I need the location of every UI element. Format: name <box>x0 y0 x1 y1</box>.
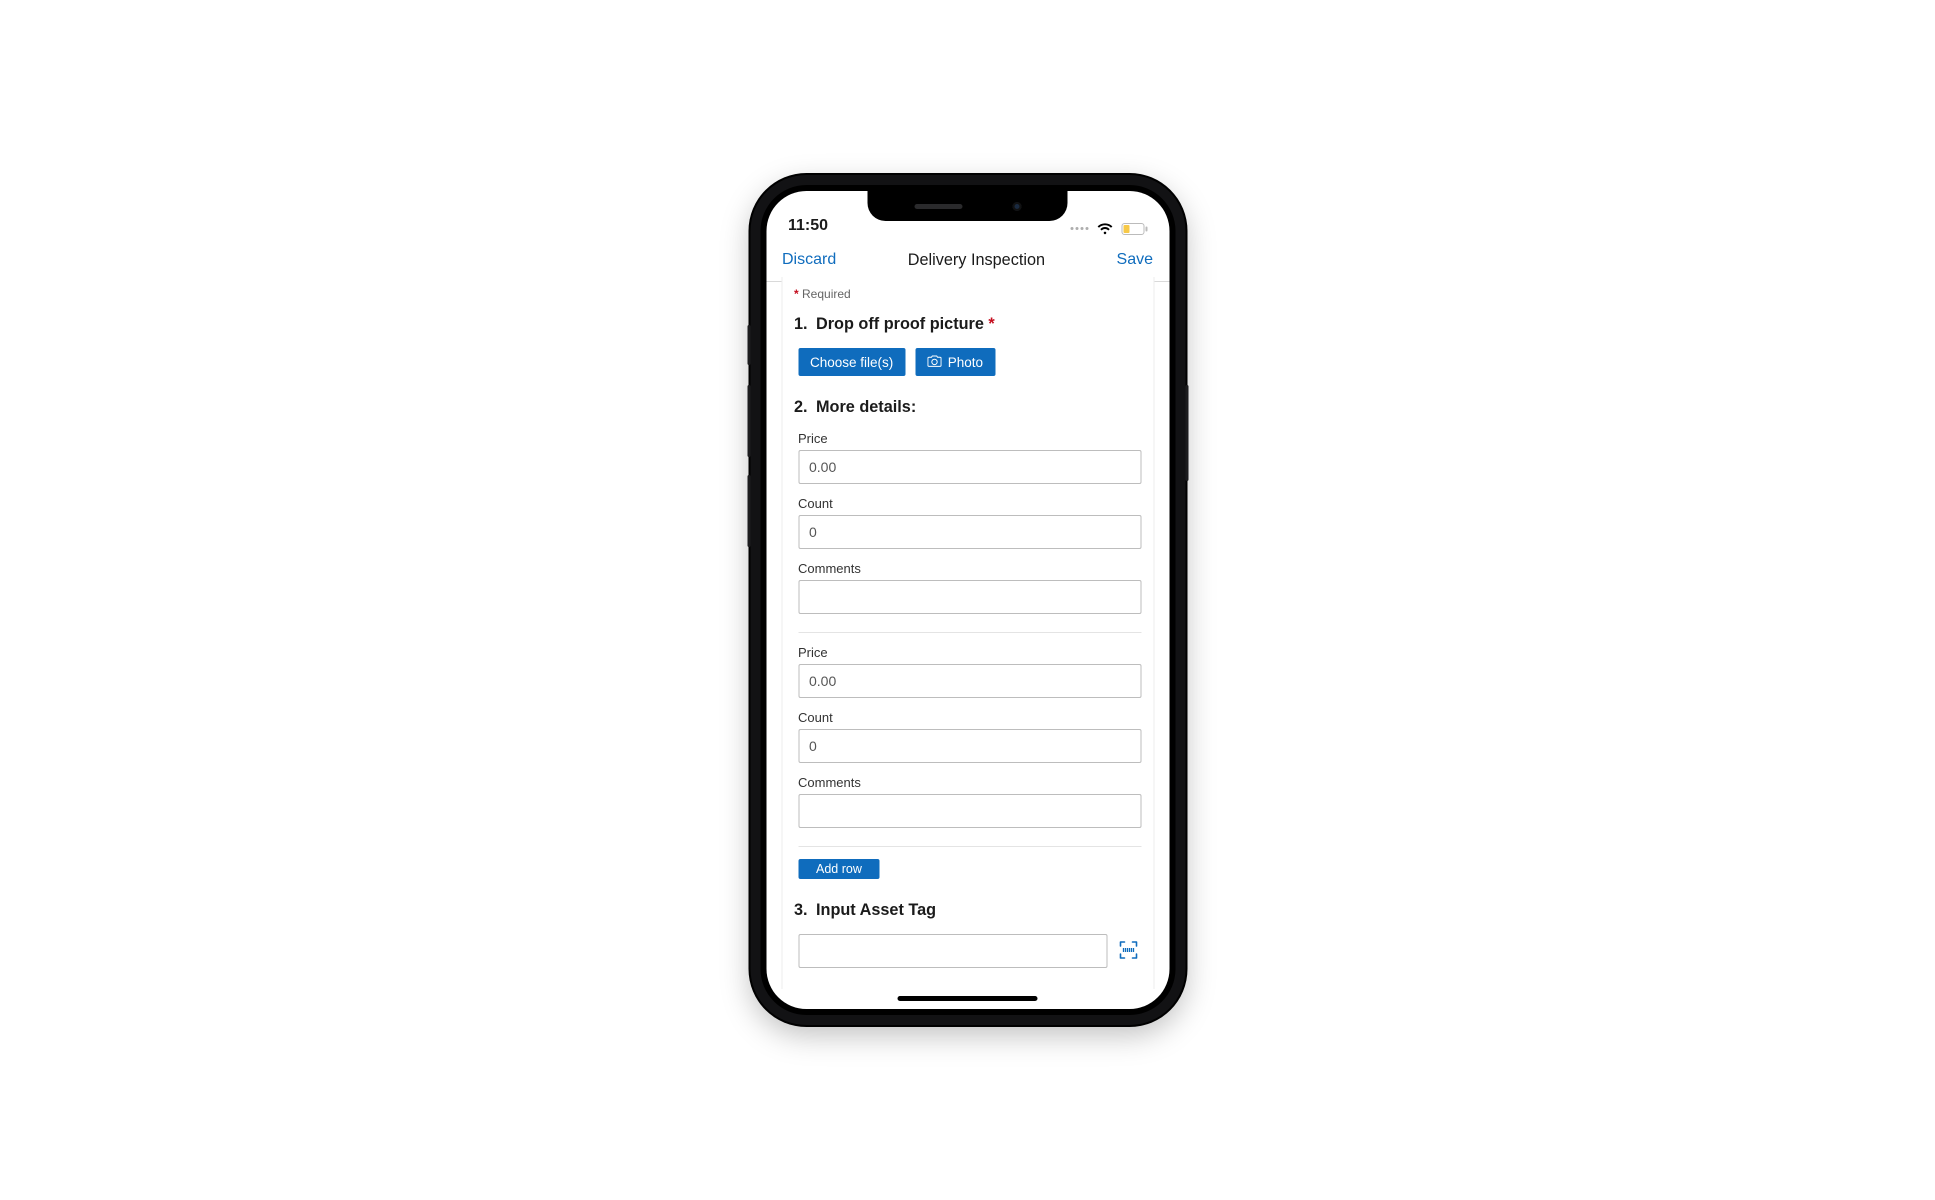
price-label: Price <box>798 431 1141 446</box>
choose-files-button[interactable]: Choose file(s) <box>798 348 905 376</box>
count-label: Count <box>798 496 1141 511</box>
barcode-icon <box>1118 940 1138 963</box>
q1-required-asterisk: * <box>988 315 994 333</box>
save-button[interactable]: Save <box>1117 251 1153 269</box>
phone-camera <box>1012 202 1021 211</box>
count-input[interactable] <box>798 729 1141 763</box>
barcode-scan-button[interactable] <box>1115 938 1141 964</box>
photo-button[interactable]: Photo <box>916 348 995 376</box>
count-input[interactable] <box>798 515 1141 549</box>
required-note: * Required <box>794 287 1141 301</box>
phone-side-button <box>747 475 750 547</box>
question-1: 1. Drop off proof picture * Choose file(… <box>794 315 1141 376</box>
details-row: Price Count Comments <box>798 645 1141 847</box>
camera-icon <box>928 355 942 370</box>
details-row: Price Count Comments <box>798 431 1141 633</box>
price-label: Price <box>798 645 1141 660</box>
q1-title: Drop off proof picture <box>816 315 984 333</box>
q2-number: 2. <box>794 398 808 417</box>
form-content: * Required 1. Drop off proof picture * <box>766 277 1169 1009</box>
comments-input[interactable] <box>798 794 1141 828</box>
phone-side-button <box>1185 385 1188 481</box>
question-2: 2. More details: Price C <box>794 398 1141 879</box>
battery-icon <box>1121 223 1147 235</box>
nav-title: Delivery Inspection <box>908 251 1045 270</box>
phone-side-button <box>747 385 750 457</box>
phone-speaker <box>914 204 962 209</box>
q2-title: More details: <box>816 398 916 417</box>
comments-input[interactable] <box>798 580 1141 614</box>
asset-tag-input[interactable] <box>798 934 1107 968</box>
count-label: Count <box>798 710 1141 725</box>
wifi-icon <box>1096 223 1113 235</box>
q3-number: 3. <box>794 901 808 920</box>
q1-number: 1. <box>794 315 808 334</box>
comments-label: Comments <box>798 561 1141 576</box>
nav-bar: Discard Delivery Inspection Save <box>766 239 1169 282</box>
cellular-dots-icon <box>1070 227 1088 230</box>
phone-side-button <box>747 325 750 365</box>
phone-notch <box>868 191 1068 221</box>
comments-label: Comments <box>798 775 1141 790</box>
discard-button[interactable]: Discard <box>782 251 836 269</box>
price-input[interactable] <box>798 450 1141 484</box>
phone-screen: 11:50 Discard Delivery Inspection Save <box>766 191 1169 1009</box>
q3-title: Input Asset Tag <box>816 901 936 920</box>
status-time: 11:50 <box>788 217 828 235</box>
question-3: 3. Input Asset Tag <box>794 901 1141 968</box>
phone-device: 11:50 Discard Delivery Inspection Save <box>750 175 1185 1025</box>
add-row-button[interactable]: Add row <box>798 859 880 879</box>
price-input[interactable] <box>798 664 1141 698</box>
home-indicator[interactable] <box>898 996 1038 1001</box>
